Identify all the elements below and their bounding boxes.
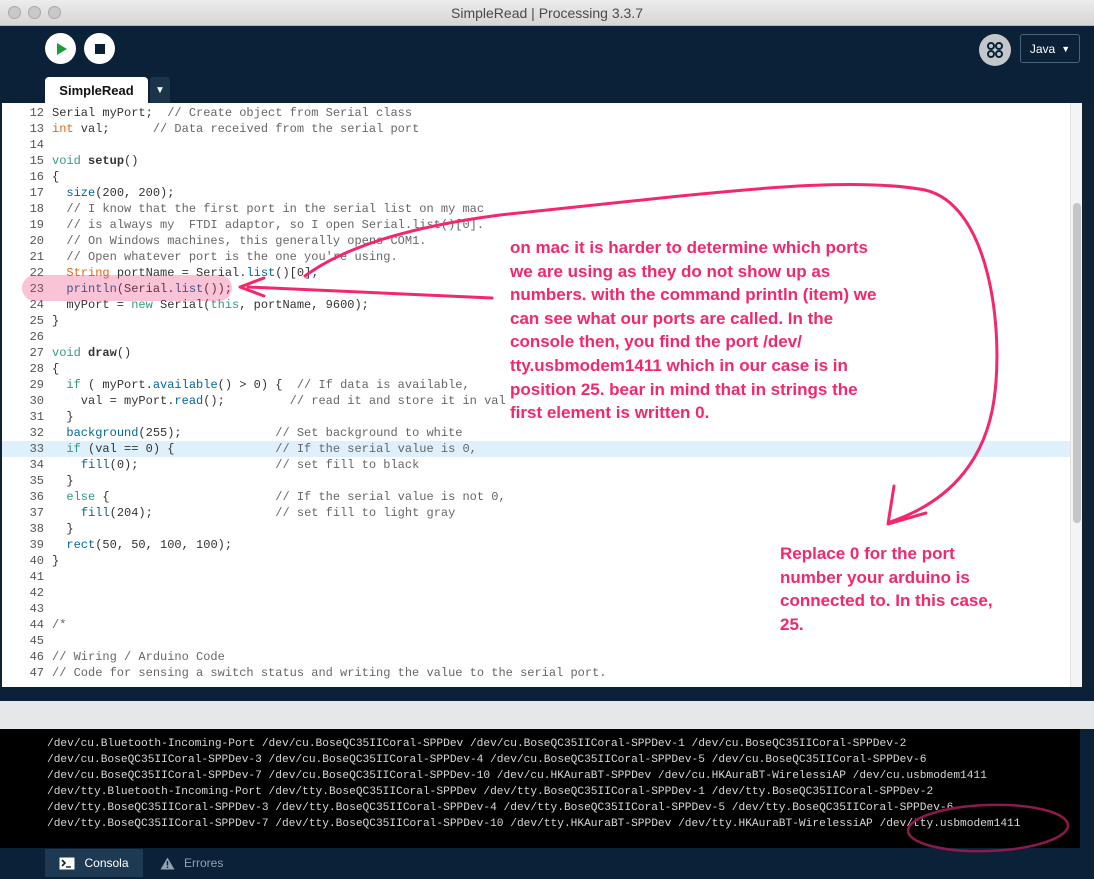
annotation-line: position 25. bear in mind that in string… bbox=[510, 379, 858, 399]
annotation-line: on mac it is harder to determine which p… bbox=[510, 238, 869, 257]
annotation-arrowhead-note bbox=[886, 484, 928, 526]
annotation-note-replace: Replace 0 for the port number your arduin… bbox=[780, 542, 993, 636]
annotation-line: Replace 0 for the port bbox=[780, 544, 955, 563]
annotation-line: we are using as they do not show up as bbox=[510, 261, 831, 281]
annotation-line: numbers. with the command println (item)… bbox=[510, 285, 877, 305]
annotation-arrow-to-println bbox=[246, 285, 494, 300]
annotation-line: first element is written 0. bbox=[510, 403, 710, 423]
annotation-line: console then, you find the port /dev/ bbox=[510, 332, 802, 352]
annotation-line: number your arduino is bbox=[780, 567, 970, 587]
annotation-line: can see what our ports are called. In th… bbox=[510, 308, 834, 328]
annotation-drawings bbox=[238, 182, 1070, 853]
annotation-line: 25. bbox=[780, 614, 804, 634]
annotation-line: connected to. In this case, bbox=[780, 591, 993, 611]
annotation-circle-usbmodem bbox=[906, 803, 1070, 853]
annotation-line: tty.usbmodem1411 which in our case is in bbox=[510, 355, 848, 375]
annotation-note-ports: on mac it is harder to determine which p… bbox=[510, 236, 876, 425]
